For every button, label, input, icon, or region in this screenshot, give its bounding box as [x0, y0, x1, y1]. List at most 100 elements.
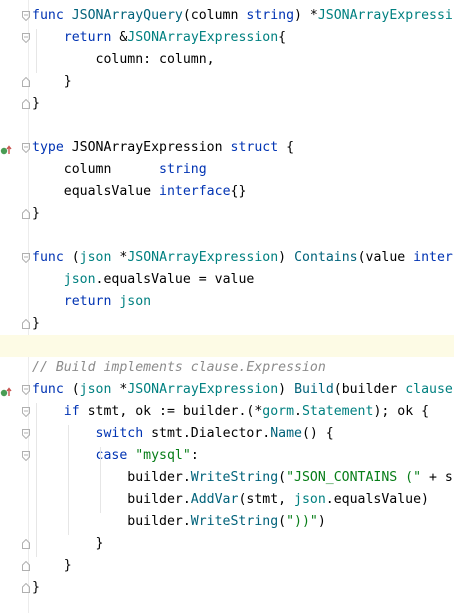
code-token: }: [32, 580, 40, 595]
code-token: JSONArrayExpressi: [317, 8, 453, 23]
code-text[interactable]: }: [32, 203, 40, 225]
code-text[interactable]: func (json *JSONArrayExpression) Contain…: [32, 247, 453, 269]
code-text[interactable]: case "mysql":: [32, 445, 199, 467]
code-token: (column: [182, 8, 247, 23]
code-token: (: [278, 470, 287, 485]
code-text[interactable]: json.equalsValue = value: [32, 269, 255, 291]
code-text[interactable]: }: [32, 71, 72, 93]
code-line[interactable]: }: [0, 555, 454, 577]
code-token: (value: [357, 250, 414, 265]
code-text[interactable]: }: [32, 533, 104, 555]
indent-guide: [36, 403, 37, 557]
code-token: func: [32, 8, 72, 23]
fold-close-icon[interactable]: [22, 539, 30, 549]
code-text[interactable]: return json: [32, 291, 151, 313]
code-line[interactable]: return &JSONArrayExpression{: [0, 27, 454, 49]
fold-open-icon[interactable]: [22, 253, 30, 263]
code-text[interactable]: equalsValue interface{}: [32, 181, 247, 203]
code-text[interactable]: func JSONArrayQuery(column string) *JSON…: [32, 5, 453, 27]
code-token: JSONArrayExpression: [127, 250, 279, 265]
code-text[interactable]: column: column,: [32, 49, 215, 71]
code-text[interactable]: column string: [32, 159, 207, 181]
code-token: (stmt,: [238, 492, 295, 507]
code-token: clause: [405, 382, 453, 397]
code-token: (: [71, 382, 80, 397]
code-line[interactable]: if stmt, ok := builder.(*gorm.Statement)…: [0, 401, 454, 423]
code-line[interactable]: }: [0, 93, 454, 115]
code-token: Name: [270, 426, 302, 441]
code-token: Build: [294, 382, 334, 397]
code-text[interactable]: }: [32, 313, 40, 335]
code-token: if: [63, 404, 88, 419]
code-text[interactable]: }: [32, 577, 40, 599]
fold-close-icon[interactable]: [22, 319, 30, 329]
code-line[interactable]: func (json *JSONArrayExpression) Contain…: [0, 247, 454, 269]
fold-open-icon[interactable]: [22, 451, 30, 461]
code-line[interactable]: column string: [0, 159, 454, 181]
code-line[interactable]: [0, 225, 454, 247]
code-text[interactable]: builder.WriteString("JSON_CONTAINS (" + …: [32, 467, 453, 489]
code-text[interactable]: type JSONArrayExpression struct {: [32, 137, 294, 159]
fold-open-icon[interactable]: [22, 11, 30, 21]
fold-open-icon[interactable]: [22, 407, 30, 417]
code-line[interactable]: type JSONArrayExpression struct {: [0, 137, 454, 159]
code-token: interface: [159, 184, 231, 199]
fold-close-icon[interactable]: [22, 583, 30, 593]
code-line[interactable]: // Build implements clause.Expression: [0, 357, 454, 379]
code-line[interactable]: }: [0, 203, 454, 225]
code-text[interactable]: // Build implements clause.Expression: [32, 357, 326, 379]
code-token: builder.: [32, 470, 191, 485]
code-text[interactable]: return &JSONArrayExpression{: [32, 27, 286, 49]
implemented-marker-icon[interactable]: [0, 142, 12, 155]
fold-close-icon[interactable]: [22, 209, 30, 219]
code-line[interactable]: return json: [0, 291, 454, 313]
code-text[interactable]: if stmt, ok := builder.(*gorm.Statement)…: [32, 401, 429, 423]
code-line[interactable]: }: [0, 71, 454, 93]
code-token: switch: [95, 426, 152, 441]
code-line[interactable]: func JSONArrayQuery(column string) *JSON…: [0, 5, 454, 27]
fold-close-icon[interactable]: [22, 77, 30, 87]
code-text[interactable]: }: [32, 93, 40, 115]
fold-open-icon[interactable]: [22, 429, 30, 439]
code-text[interactable]: switch stmt.Dialector.Name() {: [32, 423, 334, 445]
code-line[interactable]: equalsValue interface{}: [0, 181, 454, 203]
fold-open-icon[interactable]: [22, 385, 30, 395]
code-token: }: [32, 536, 104, 551]
code-line[interactable]: func (json *JSONArrayExpression) Build(b…: [0, 379, 454, 401]
code-token: json: [63, 272, 96, 287]
code-token: JSONArrayExpression: [127, 30, 279, 45]
indent-guide: [36, 29, 37, 73]
code-line[interactable]: [0, 115, 454, 137]
code-token: "JSON_CONTAINS (": [286, 470, 422, 485]
code-token: *: [111, 250, 128, 265]
code-token: ); ok {: [373, 404, 430, 419]
fold-open-icon[interactable]: [22, 33, 30, 43]
code-token: string: [246, 8, 295, 23]
code-token: stmt, ok := builder.(*: [87, 404, 263, 419]
code-editor[interactable]: func JSONArrayQuery(column string) *JSON…: [0, 0, 454, 613]
code-token: func: [32, 250, 72, 265]
code-line[interactable]: }: [0, 313, 454, 335]
fold-open-icon[interactable]: [22, 143, 30, 153]
code-line[interactable]: column: column,: [0, 49, 454, 71]
code-token: json: [119, 294, 152, 309]
code-text[interactable]: builder.WriteString("))"): [32, 511, 326, 533]
code-line[interactable]: }: [0, 577, 454, 599]
code-token: stmt.Dialector.: [151, 426, 271, 441]
code-token: }: [32, 96, 40, 111]
fold-close-icon[interactable]: [22, 561, 30, 571]
code-line[interactable]: json.equalsValue = value: [0, 269, 454, 291]
code-text[interactable]: builder.AddVar(stmt, json.equalsValue): [32, 489, 429, 511]
code-token: ): [317, 514, 326, 529]
code-token: func: [32, 382, 72, 397]
fold-close-icon[interactable]: [22, 99, 30, 109]
code-text[interactable]: func (json *JSONArrayExpression) Build(b…: [32, 379, 453, 401]
code-token: *: [111, 382, 128, 397]
code-line[interactable]: }: [0, 533, 454, 555]
code-line[interactable]: [0, 335, 454, 357]
code-text[interactable]: }: [32, 555, 72, 577]
implemented-marker-icon[interactable]: [0, 384, 12, 397]
code-token: (: [278, 514, 287, 529]
code-token: }: [32, 206, 40, 221]
